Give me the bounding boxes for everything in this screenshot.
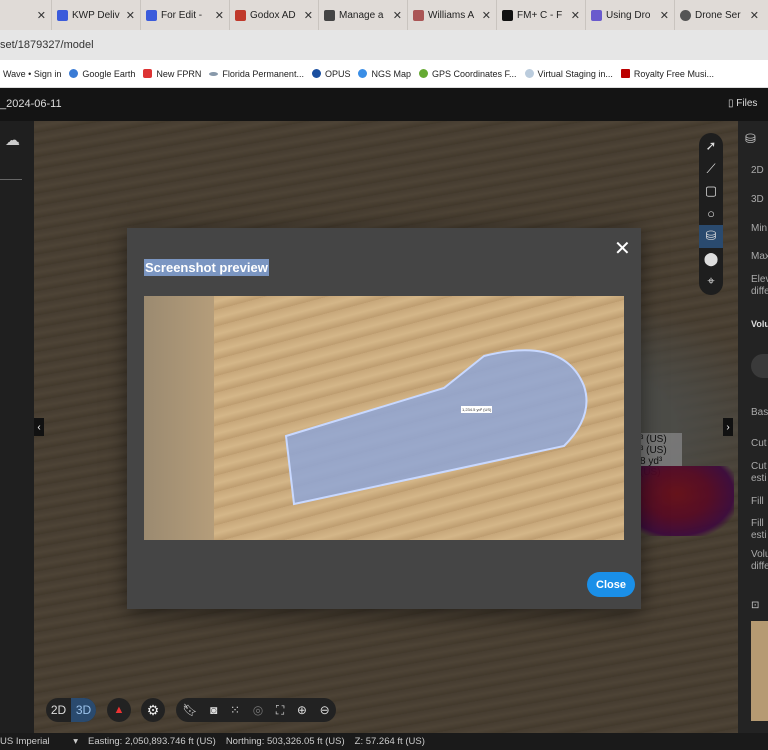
browser-tab[interactable]: Manage a ✕ <box>319 0 408 30</box>
mode-3d-button[interactable]: 3D <box>71 698 96 722</box>
mode-2d-button[interactable]: 2D <box>46 703 71 717</box>
pin-icon[interactable]: ⬤ <box>699 248 723 271</box>
favicon-icon <box>524 69 534 78</box>
crosshair-icon[interactable]: ⌖ <box>699 270 723 293</box>
close-button[interactable]: Close <box>587 572 635 597</box>
view-toolbar: 🔖︎ ◙ ⁙ ◎ ⛶ ⊕ ⊖ <box>176 698 336 722</box>
files-button[interactable]: ▯ Files <box>728 98 757 109</box>
bookmark[interactable]: OPUS <box>311 69 350 79</box>
browser-tab[interactable]: FM+ C - F ✕ <box>497 0 586 30</box>
close-tab-icon[interactable]: ✕ <box>304 9 313 22</box>
zoom-out-icon[interactable]: ⊖ <box>320 703 330 717</box>
favicon-icon <box>680 9 691 21</box>
favicon-icon <box>209 71 219 76</box>
browser-tab[interactable]: Williams A ✕ <box>408 0 497 30</box>
chevron-down-icon: ▾ <box>73 736 78 747</box>
camera-icon[interactable]: ◙ <box>210 703 217 717</box>
z-readout: Z: 57.264 ft (US) <box>354 736 425 747</box>
units-select[interactable]: US Imperial ▾ <box>0 736 78 747</box>
collapse-left-button[interactable]: ‹ <box>34 418 44 436</box>
browser-tab[interactable]: For Edit - ✕ <box>141 0 230 30</box>
project-title: _2024-06-11 <box>0 98 62 110</box>
browser-tab[interactable]: KWP Deliv ✕ <box>52 0 141 30</box>
favicon-icon <box>418 69 428 78</box>
close-icon[interactable]: ✕ <box>614 236 631 261</box>
volume-icon: ⛁ <box>745 131 756 146</box>
close-tab-icon[interactable]: ✕ <box>482 9 491 22</box>
bookmark[interactable]: GPS Coordinates F... <box>418 69 517 79</box>
screenshot-preview-image: 1,234.5 yd³ (US) <box>144 296 624 540</box>
browser-tab-bar: ✕ KWP Deliv ✕ For Edit - ✕ Godox AD ✕ Manag… <box>0 0 768 30</box>
circle-tool-icon[interactable]: ○ <box>699 203 723 226</box>
close-tab-icon[interactable]: ✕ <box>571 9 580 22</box>
close-tab-icon[interactable]: ✕ <box>215 9 224 22</box>
gear-icon: ⚙ <box>146 701 160 718</box>
settings-button[interactable]: ⚙ <box>141 698 165 722</box>
address-bar[interactable]: set/1879327/model <box>0 30 768 60</box>
line-tool-icon[interactable]: ⟋ <box>699 158 723 181</box>
right-panel: ⛁ 2D 3D Min Max Elev diffe Volu Bas Cut … <box>738 121 768 733</box>
favicon-icon <box>591 9 602 21</box>
bookmarks-bar: Wave • Sign in Google Earth New FPRN Flo… <box>0 60 768 88</box>
volume-label: 1,234.5 yd³ (US) <box>461 406 493 413</box>
favicon-icon <box>324 9 335 21</box>
bookmark-icon[interactable]: 🔖︎ <box>182 703 197 717</box>
easting-readout: Easting: 2,050,893.746 ft (US) <box>88 736 216 747</box>
volume-tool-icon[interactable]: ⛁ <box>699 225 723 248</box>
cloud-download-icon[interactable]: ☁ <box>5 131 20 149</box>
compass-icon: ▲ <box>113 704 125 716</box>
bookmark[interactable]: Florida Permanent... <box>209 69 304 79</box>
northing-readout: Northing: 503,326.05 ft (US) <box>225 736 345 747</box>
view-mode-toggle: 2D 3D <box>46 698 96 722</box>
favicon-icon <box>143 69 153 78</box>
bookmark[interactable]: Google Earth <box>69 69 135 79</box>
app-header: _2024-06-11 ▯ Files <box>0 88 768 121</box>
screenshot-icon[interactable]: ⊡ <box>751 600 759 611</box>
measure-toolbar: ➚ ⟋ ▢ ○ ⛁ ⬤ ⌖ <box>699 133 723 295</box>
toggle[interactable] <box>751 354 768 378</box>
fit-view-icon[interactable]: ⛶ <box>276 703 284 718</box>
left-sidebar: ☁ <box>0 121 34 733</box>
favicon-icon <box>69 69 79 78</box>
browser-tab[interactable]: Using Dro ✕ <box>586 0 675 30</box>
close-tab-icon[interactable]: ✕ <box>37 9 46 22</box>
favicon-icon <box>146 9 157 21</box>
screenshot-thumbnail[interactable] <box>751 621 768 721</box>
browser-tab[interactable]: Drone Ser ✕ <box>675 0 764 30</box>
zoom-in-icon[interactable]: ⊕ <box>297 703 307 717</box>
close-tab-icon[interactable]: ✕ <box>126 9 135 22</box>
status-bar: US Imperial ▾ Easting: 2,050,893.746 ft … <box>0 733 768 750</box>
bookmark[interactable]: NGS Map <box>358 69 411 79</box>
favicon-icon <box>358 69 368 78</box>
expand-right-button[interactable]: › <box>723 418 733 436</box>
close-tab-icon[interactable]: ✕ <box>393 9 402 22</box>
favicon-icon <box>502 9 513 21</box>
locate-icon[interactable]: ◎ <box>253 703 263 717</box>
close-tab-icon[interactable]: ✕ <box>750 9 759 22</box>
favicon-icon <box>620 69 630 78</box>
bookmark[interactable]: New FPRN <box>143 69 201 79</box>
favicon-icon <box>413 9 424 21</box>
bookmark[interactable]: Virtual Staging in... <box>524 69 613 79</box>
browser-tab[interactable]: ✕ <box>0 0 52 30</box>
favicon-icon <box>311 69 321 78</box>
favicon-icon <box>57 9 68 21</box>
volume-polygon <box>284 349 588 506</box>
grid-select-icon[interactable]: ⁙ <box>230 703 240 717</box>
bookmark[interactable]: Wave • Sign in <box>3 69 61 79</box>
north-compass-button[interactable]: ▲ <box>107 698 131 722</box>
polygon-tool-icon[interactable]: ▢ <box>699 180 723 203</box>
bookmark[interactable]: Royalty Free Musi... <box>620 69 714 79</box>
close-tab-icon[interactable]: ✕ <box>660 9 669 22</box>
dialog-title: Screenshot preview <box>144 259 269 276</box>
favicon-icon <box>235 9 246 21</box>
screenshot-preview-dialog: Screenshot preview ✕ 1,234.5 yd³ (US) Cl… <box>127 228 641 609</box>
divider <box>0 179 22 180</box>
select-cursor-icon[interactable]: ➚ <box>699 135 723 158</box>
browser-tab[interactable]: Godox AD ✕ <box>230 0 319 30</box>
